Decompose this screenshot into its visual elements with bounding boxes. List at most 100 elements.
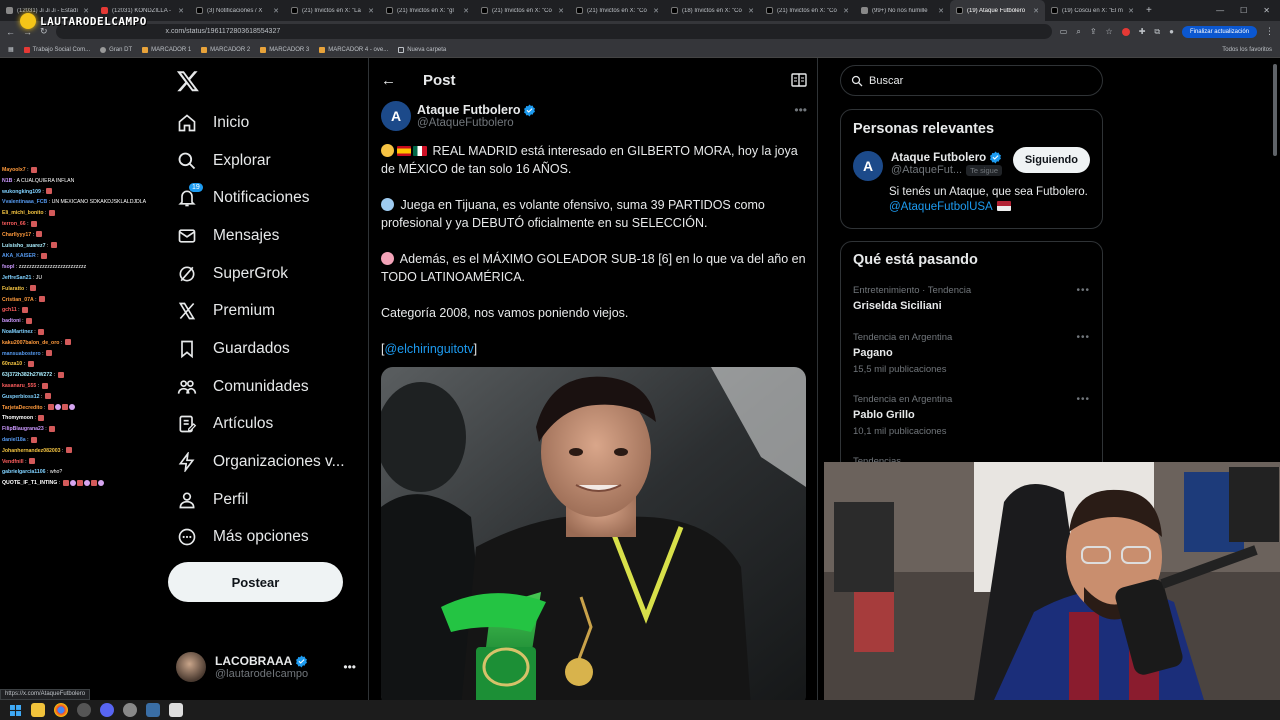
trend-more-icon[interactable]: •••: [1076, 285, 1090, 296]
x-logo-icon[interactable]: [176, 69, 200, 93]
close-tab-icon[interactable]: ✕: [463, 7, 469, 15]
post-button[interactable]: Postear: [168, 562, 343, 602]
all-bookmarks-button[interactable]: Todos los favoritos: [1222, 47, 1272, 53]
search-input[interactable]: Buscar: [840, 65, 1103, 96]
relevant-person-handle[interactable]: @AtaqueFut...: [891, 164, 962, 176]
extension-icon[interactable]: ✚: [1139, 27, 1146, 36]
trends-list: Entretenimiento · Tendencia Griselda Sici…: [841, 285, 1102, 490]
relevant-person[interactable]: A Ataque Futbolero @AtaqueFut... Te sigu…: [841, 137, 1102, 181]
obs-icon[interactable]: [77, 703, 91, 717]
sidebar-item-perfil[interactable]: Perfil: [168, 481, 368, 519]
author-avatar[interactable]: A: [381, 101, 411, 131]
close-tab-icon[interactable]: ✕: [1033, 7, 1039, 15]
app-icon[interactable]: [123, 703, 137, 717]
scrollbar-thumb[interactable]: [1273, 64, 1277, 156]
relevant-person-name[interactable]: Ataque Futbolero: [891, 152, 986, 164]
author-name-row[interactable]: Ataque Futbolero: [417, 103, 536, 117]
bookmark-item[interactable]: Trabajo Social Com...: [23, 46, 90, 53]
bio-mention-link[interactable]: @AtaqueFutbolUSA: [889, 201, 992, 213]
address-bar[interactable]: x.com/status/1961172803618554327: [55, 24, 1052, 39]
chat-text: A CUALQUIERA INFLAN: [16, 177, 75, 184]
browser-tab[interactable]: (3) Notificaciones / X ✕: [190, 0, 285, 21]
update-button[interactable]: Finalizar actualización: [1181, 25, 1257, 38]
browser-tab[interactable]: (21) Invictos en X: "La ✕: [285, 0, 380, 21]
trend-item[interactable]: Tendencia en Argentina Pagano 15,5 mil pub…: [841, 332, 1102, 394]
browser-tab[interactable]: (21) Invictos en X: "Co ✕: [760, 0, 855, 21]
app-square-icon[interactable]: [169, 703, 183, 717]
following-button[interactable]: Siguiendo: [1012, 147, 1090, 173]
back-arrow-icon[interactable]: ←: [381, 72, 411, 89]
chat-emote-icon: [41, 253, 48, 259]
trend-more-icon[interactable]: •••: [1076, 332, 1090, 343]
extension-red-icon[interactable]: [1121, 27, 1130, 36]
browser-menu-icon[interactable]: ⋮: [1265, 26, 1274, 37]
bookmark-item[interactable]: MARCADOR 3: [260, 46, 309, 53]
star-bookmark-icon[interactable]: ☆: [1106, 27, 1113, 36]
sidebar-item-explorar[interactable]: Explorar: [168, 142, 368, 180]
chat-message: N1B : A CUALQUIERA INFLAN: [2, 177, 75, 184]
bookmark-item[interactable]: MARCADOR 1: [142, 46, 191, 53]
sidebar-item-comunidades[interactable]: Comunidades: [168, 368, 368, 406]
trend-item[interactable]: Tendencia en Argentina Pablo Grillo 10,1 m…: [841, 394, 1102, 456]
close-tab-icon[interactable]: ✕: [843, 7, 849, 15]
post-more-icon[interactable]: •••: [794, 103, 807, 117]
app-window-icon[interactable]: [146, 703, 160, 717]
browser-tab[interactable]: (18) Invictos en X: "Co ✕: [665, 0, 760, 21]
chrome-icon[interactable]: [54, 703, 68, 717]
browser-tab[interactable]: (19) Ataque Futbolero ✕: [950, 0, 1045, 21]
sidebar-item-inicio[interactable]: Inicio: [168, 104, 368, 142]
bookmark-item[interactable]: Nueva carpeta: [398, 46, 446, 53]
trend-item[interactable]: Entretenimiento · Tendencia Griselda Sici…: [841, 285, 1102, 332]
account-switcher[interactable]: LACOBRAAA @lautarodeIcampo •••: [176, 650, 356, 684]
new-tab-icon[interactable]: +: [1140, 5, 1158, 16]
apps-grid-icon[interactable]: ▦: [8, 46, 14, 53]
minimize-icon[interactable]: —: [1216, 6, 1224, 15]
sidebar-item-notificaciones[interactable]: 19 Notificaciones: [168, 179, 368, 217]
author-handle[interactable]: @AtaqueFutbolero: [417, 117, 536, 129]
author-name[interactable]: Ataque Futbolero: [417, 103, 520, 117]
sidebar-item-mensajes[interactable]: Mensajes: [168, 217, 368, 255]
browser-tab[interactable]: (21) Invictos en X: "Co ✕: [475, 0, 570, 21]
sidebar-item-premium[interactable]: Premium: [168, 292, 368, 330]
browser-tab[interactable]: (21) Invictos en X: "gl ✕: [380, 0, 475, 21]
profile-avatar-icon[interactable]: ●: [1169, 27, 1174, 36]
maximize-icon[interactable]: ☐: [1240, 6, 1247, 15]
bookmark-item[interactable]: Gran DT: [100, 46, 132, 53]
browser-tab[interactable]: (99+) No nos humille ✕: [855, 0, 950, 21]
share-icon[interactable]: ⇪: [1090, 27, 1097, 36]
bookmark-item[interactable]: MARCADOR 4 - ove...: [319, 46, 388, 53]
bookmark-item[interactable]: MARCADOR 2: [201, 46, 250, 53]
close-tab-icon[interactable]: ✕: [1128, 7, 1134, 15]
sidebar-item-organizaciones-v[interactable]: Organizaciones v...: [168, 443, 368, 481]
browser-tab[interactable]: (19) Coscu en X: "El m ✕: [1045, 0, 1140, 21]
sidebar-item-más-opciones[interactable]: Más opciones: [168, 519, 368, 557]
trend-more-icon[interactable]: •••: [1076, 394, 1090, 405]
browser-tab[interactable]: (21) Invictos en X: "Co ✕: [570, 0, 665, 21]
close-tab-icon[interactable]: ✕: [653, 7, 659, 15]
sidebar-item-supergrok[interactable]: SuperGrok: [168, 255, 368, 293]
discord-icon[interactable]: [100, 703, 114, 717]
zoom-icon[interactable]: ⌕: [1076, 27, 1080, 37]
close-tab-icon[interactable]: ✕: [273, 7, 279, 15]
sidebar-item-artículos[interactable]: Artículos: [168, 406, 368, 444]
source-mention-link[interactable]: @elchiringuitotv: [384, 342, 473, 356]
close-tab-icon[interactable]: ✕: [368, 7, 374, 15]
sidebar-item-guardados[interactable]: Guardados: [168, 330, 368, 368]
windows-start-icon[interactable]: [8, 703, 22, 717]
back-nav-icon[interactable]: ←: [6, 27, 15, 37]
close-tab-icon[interactable]: ✕: [558, 7, 564, 15]
close-tab-icon[interactable]: ✕: [748, 7, 754, 15]
page-title: Post: [423, 71, 456, 89]
file-explorer-icon[interactable]: [31, 703, 45, 717]
close-tab-icon[interactable]: ✕: [178, 7, 184, 15]
close-tab-icon[interactable]: ✕: [938, 7, 944, 15]
page-scrollbar[interactable]: [1273, 58, 1278, 463]
post-image[interactable]: [381, 367, 806, 700]
relevant-person-avatar[interactable]: A: [853, 151, 883, 181]
more-icon[interactable]: •••: [343, 660, 356, 674]
reader-mode-icon[interactable]: [791, 73, 807, 87]
close-window-icon[interactable]: ✕: [1263, 6, 1270, 15]
cast-icon[interactable]: ▭: [1060, 27, 1068, 36]
stream-channel-name: LAUTARODELCAMPO: [40, 14, 147, 28]
puzzle-extensions-icon[interactable]: ⧉: [1154, 27, 1160, 37]
